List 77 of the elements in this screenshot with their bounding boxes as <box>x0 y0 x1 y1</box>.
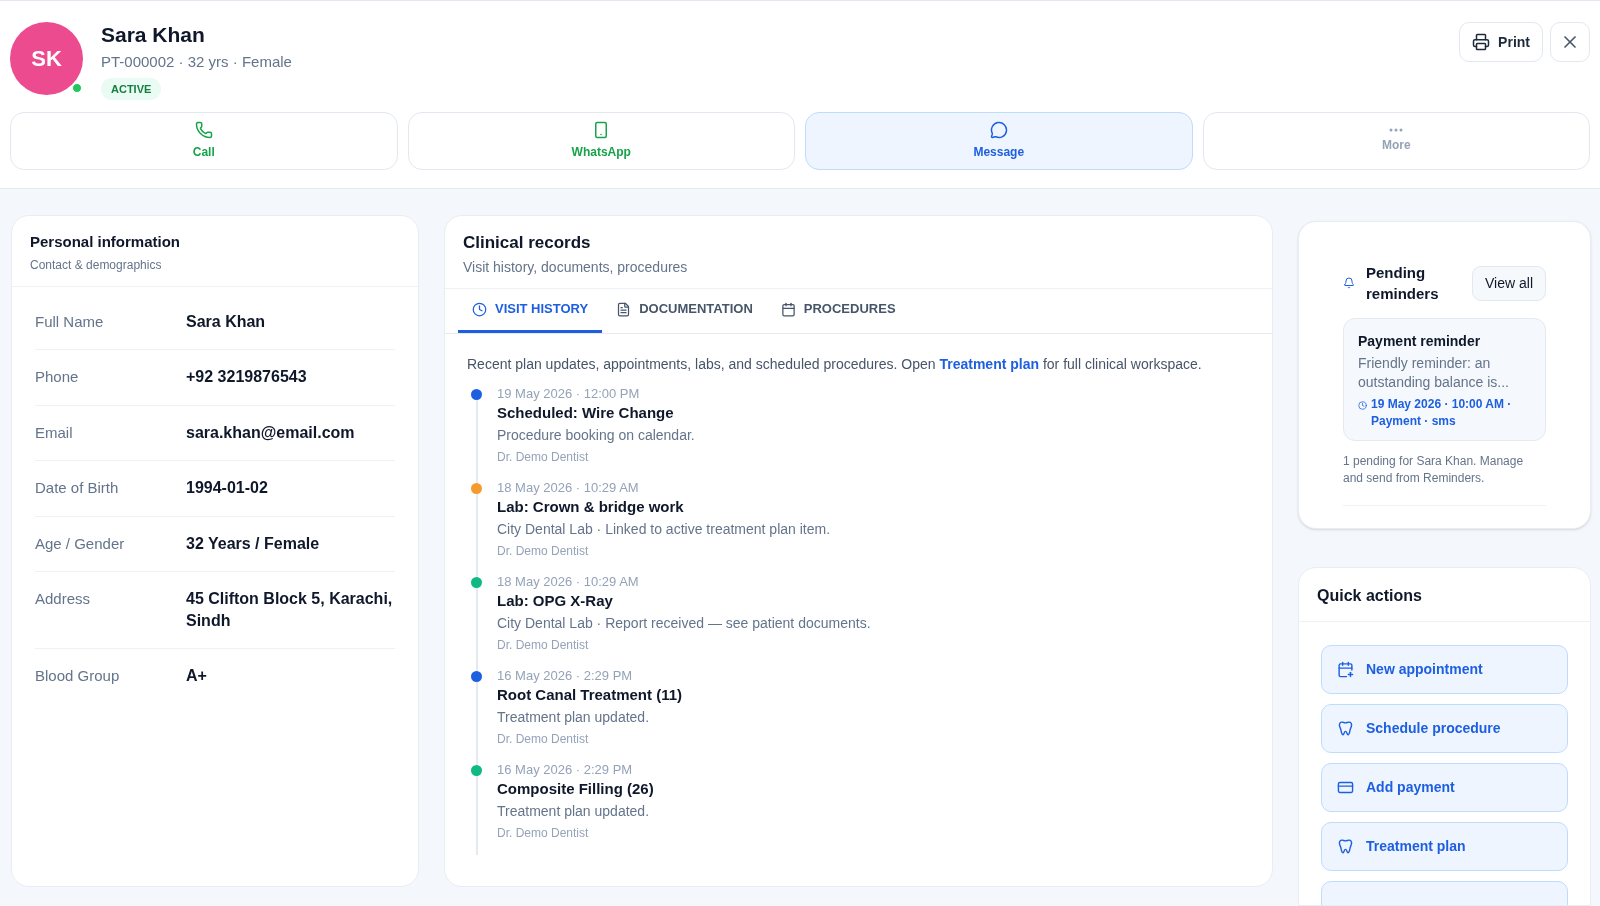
card-title: Personal information <box>30 232 182 252</box>
message-button[interactable]: Message <box>805 112 1193 170</box>
field-label: Date of Birth <box>35 478 120 498</box>
field-label: Phone <box>35 367 80 387</box>
calendar-icon <box>780 301 796 317</box>
view-all-button[interactable]: View all <box>1472 265 1546 301</box>
field-label: Age / Gender <box>35 533 126 554</box>
intro-text: Recent plan updates, appointments, labs, and scheduled procedures. Open Treatment plan for full clinical workspace. <box>467 354 1203 374</box>
chat-bubble-icon <box>989 121 1008 139</box>
entry-date: 18 May 2026 · 10:29 AM <box>497 572 640 590</box>
phone-icon <box>194 121 213 139</box>
entry-date: 19 May 2026 · 12:00 PM <box>497 384 641 402</box>
reminder-meta: 19 May 2026 · 10:00 AM · Payment · sms <box>1371 396 1513 430</box>
field-value: 32 Years / Female <box>186 533 320 554</box>
clock-icon <box>1358 401 1367 410</box>
call-button[interactable]: Call <box>10 112 398 170</box>
entry-date: 18 May 2026 · 10:29 AM <box>497 478 640 496</box>
quick-action-button[interactable]: Add payment <box>1321 763 1568 812</box>
tab[interactable]: VISIT HISTORY <box>458 288 603 333</box>
entry-detail: Treatment plan updated. <box>497 707 651 727</box>
document-icon <box>616 301 632 317</box>
entry-title: Lab: OPG X-Ray <box>497 590 614 611</box>
field-label: Email <box>35 422 74 443</box>
section-title: Pending reminders <box>1366 263 1440 304</box>
whatsapp-button[interactable]: WhatsApp <box>407 112 795 170</box>
credit-card-icon <box>1337 779 1354 796</box>
entry-title: Scheduled: Wire Change <box>497 402 675 423</box>
entry-author: Dr. Demo Dentist <box>497 448 590 465</box>
entry-date: 16 May 2026 · 2:29 PM <box>497 666 634 684</box>
entry-author: Dr. Demo Dentist <box>497 542 590 559</box>
entry-detail: City Dental Lab · Linked to active treatment plan item. <box>497 519 831 539</box>
field-label: Full Name <box>35 311 105 332</box>
close-button[interactable] <box>1550 22 1590 62</box>
entry-author: Dr. Demo Dentist <box>497 636 590 653</box>
entry-title: Composite Filling (26) <box>497 778 654 799</box>
entry-detail: City Dental Lab · Report received — see patient documents. <box>497 613 871 633</box>
tooth-icon <box>1337 838 1354 855</box>
tab[interactable]: PROCEDURES <box>766 288 910 333</box>
calendar-plus-icon <box>1337 661 1354 678</box>
reminder-card[interactable]: Payment reminder Friendly reminder: an outstanding balance is... 19 May 2026 · 10:00 AM · Payment · sms <box>1343 318 1546 441</box>
reminder-body: Friendly reminder: an outstanding balance is... <box>1358 354 1510 392</box>
quick-action-button[interactable]: Treatment plan <box>1321 822 1568 871</box>
entry-title: Root Canal Treatment (11) <box>497 684 683 705</box>
tab[interactable]: DOCUMENTATION <box>602 288 767 333</box>
field-value: sara.khan@email.com <box>186 422 355 443</box>
field-value: A+ <box>186 666 207 686</box>
entry-title: Lab: Crown & bridge work <box>497 496 685 517</box>
more-icon <box>1389 128 1404 132</box>
patient-name: Sara Khan <box>101 22 205 48</box>
reminder-title: Payment reminder <box>1358 332 1482 351</box>
field-label: Address <box>35 589 92 609</box>
clock-icon <box>472 301 487 317</box>
patient-meta: PT-000002 · 32 yrs · Female <box>101 52 292 72</box>
status-badge: ACTIVE <box>101 77 162 100</box>
entry-detail: Treatment plan updated. <box>497 801 651 821</box>
entry-detail: Procedure booking on calendar. <box>497 425 695 445</box>
card-subtitle: Visit history, documents, procedures <box>463 257 689 277</box>
entry-author: Dr. Demo Dentist <box>497 730 590 747</box>
treatment-plan-link[interactable]: Treatment plan <box>939 355 1040 372</box>
printer-icon <box>1472 33 1491 51</box>
quick-action-button[interactable]: Schedule procedure <box>1321 704 1568 753</box>
field-value: 45 Clifton Block 5, Karachi, Sindh <box>186 589 394 631</box>
field-value: Sara Khan <box>186 311 266 332</box>
card-title: Clinical records <box>463 232 592 254</box>
section-title: Quick actions <box>1317 587 1422 604</box>
avatar: SK <box>10 22 83 95</box>
entry-author: Dr. Demo Dentist <box>497 824 590 841</box>
print-button[interactable]: Print <box>1459 22 1543 62</box>
quick-action-button[interactable]: New appointment <box>1321 645 1568 694</box>
bell-icon <box>1343 277 1355 289</box>
field-value: +92 3219876543 <box>186 367 307 387</box>
card-subtitle: Contact & demographics <box>30 256 163 274</box>
reminders-footer: 1 pending for Sara Khan. Manage and send from Reminders. <box>1343 453 1546 506</box>
field-label: Blood Group <box>35 666 121 686</box>
tooth-icon <box>1337 720 1354 737</box>
entry-date: 16 May 2026 · 2:29 PM <box>497 760 634 778</box>
field-value: 1994-01-02 <box>186 478 268 498</box>
